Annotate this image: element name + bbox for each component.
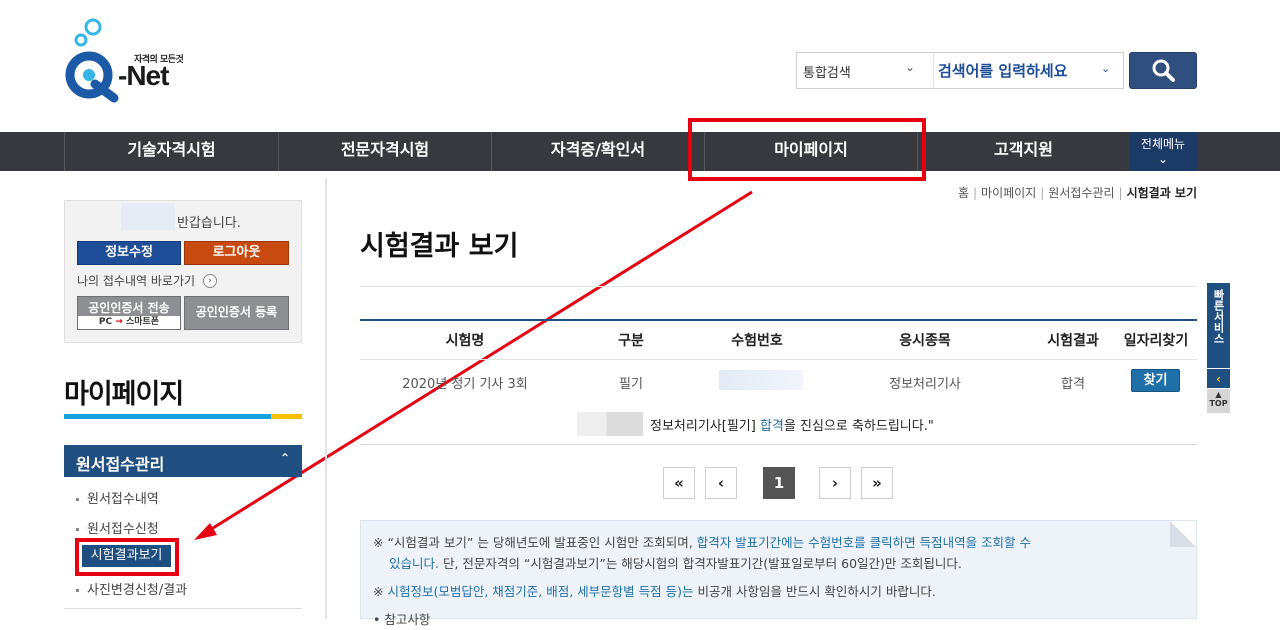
notice-text: ※ [373, 584, 388, 599]
cert-send-sub: PC → 스마트폰 [78, 316, 180, 329]
page-fold-corner [1170, 521, 1196, 547]
chevron-up-icon: ⌃ [279, 451, 290, 465]
cert-send-label: 공인인증서 전송 [88, 301, 170, 315]
sidebar-title-bar [64, 414, 302, 419]
caret-up-icon: ▲ [1215, 390, 1222, 399]
sidebar-separator [64, 608, 302, 609]
table-header-divider [360, 359, 1197, 360]
table-cell-subject: 정보처리기사 [889, 377, 961, 392]
pagination-first-button[interactable]: « [663, 467, 695, 499]
sidebar-item-exam-result[interactable]: 시험결과보기 [82, 545, 171, 567]
top-label: TOP [1209, 399, 1228, 408]
table-header-exam: 시험명 [445, 333, 485, 349]
table-header-subject: 응시종목 [899, 333, 951, 349]
edit-info-button[interactable]: 정보수정 [77, 241, 181, 265]
breadcrumb-current: 시험결과 보기 [1126, 186, 1197, 200]
breadcrumb-application[interactable]: 원서접수관리 [1048, 186, 1114, 200]
sidebar-item-label: 원서접수신청 [87, 522, 159, 537]
user-name-redacted [577, 412, 643, 436]
notice-line-3: ※ 시험정보(모범답안, 채점기준, 배점, 세부문항별 득점 등)는 비공개 … [373, 581, 936, 602]
bullet-icon [76, 498, 79, 501]
notice-line-4: • 참고사항 [373, 612, 431, 627]
menu-head-label: 원서접수관리 [76, 455, 165, 474]
breadcrumb: 홈 | 마이페이지 | 원서접수관리 | 시험결과 보기 [957, 186, 1197, 200]
congrats-result: 합격 [759, 419, 784, 434]
sidebar-section-title: 마이페이지 [64, 379, 184, 410]
table-cell-exam: 2020년 정기 기사 3회 [402, 377, 528, 392]
sidebar-item-photo-change[interactable]: 사진변경신청/결과 [76, 579, 187, 598]
page-title: 시험결과 보기 [360, 231, 519, 262]
congrats-text: 을 진심으로 축하드립니다." [783, 419, 934, 434]
table-header-number: 수험번호 [731, 333, 783, 349]
table-cell-type: 필기 [619, 377, 643, 392]
find-job-button[interactable]: 찾기 [1131, 369, 1180, 392]
notice-text: 단, 전문자격의 “시험결과보기”는 해당시험의 합격자발표기간(발표일로부터 … [438, 556, 962, 571]
table-header-result: 시험결과 [1047, 333, 1099, 349]
pagination-prev-button[interactable]: ‹ [705, 467, 737, 499]
table-cell-number-redacted[interactable] [719, 370, 803, 390]
sidebar-item-label: 원서접수내역 [87, 492, 159, 507]
greeting-text: 반갑습니다. [177, 216, 241, 231]
sidebar-item-application-history[interactable]: 원서접수내역 [76, 488, 159, 507]
notice-line-1: ※ “시험결과 보기” 는 당해년도에 발표중인 시험만 조회되며, 합격자 발… [373, 532, 1031, 553]
chevron-left-icon[interactable]: ‹ [1207, 368, 1230, 388]
sidebar-item-label: 사진변경신청/결과 [87, 583, 188, 598]
bullet-icon [76, 589, 79, 592]
my-application-shortcut-link[interactable]: 나의 접수내역 바로가기 [77, 272, 195, 289]
pagination-page-1[interactable]: 1 [763, 467, 795, 499]
cert-send-to: 스마트폰 [125, 317, 160, 327]
cert-send-button[interactable]: 공인인증서 전송 PC → 스마트폰 [77, 296, 181, 330]
logout-button[interactable]: 로그아웃 [184, 241, 289, 265]
table-header-job: 일자리찾기 [1123, 333, 1189, 349]
pagination-next-button[interactable]: › [819, 467, 851, 499]
congrats-message: 정보처리기사[필기] 합격을 진심으로 축하드립니다." [650, 415, 934, 434]
chevron-right-circle-icon[interactable]: › [203, 274, 217, 288]
scroll-top-button[interactable]: ▲ TOP [1207, 389, 1230, 413]
table-top-border [360, 319, 1197, 321]
sidebar-item-apply[interactable]: 원서접수신청 [76, 518, 159, 537]
notice-text: ※ “시험결과 보기” 는 당해년도에 발표중인 시험만 조회되며, [373, 535, 697, 550]
cert-send-from: PC [98, 317, 113, 327]
arrow-right-icon: → [115, 317, 123, 327]
cert-register-button[interactable]: 공인인증서 등록 [184, 296, 289, 330]
table-header-type: 구분 [618, 333, 644, 349]
table-cell-result: 합격 [1061, 377, 1085, 392]
notice-line-2: 있습니다. 단, 전문자격의 “시험결과보기”는 해당시험의 합격자발표기간(발… [389, 553, 962, 574]
menu-head-application[interactable]: 원서접수관리 ⌃ [64, 445, 302, 477]
table-bottom-border [360, 444, 1197, 445]
notice-box: ※ “시험결과 보기” 는 당해년도에 발표중인 시험만 조회되며, 합격자 발… [360, 520, 1197, 627]
title-divider [360, 286, 1197, 287]
sidebar-divider [325, 178, 327, 619]
notice-highlight: 있습니다. [389, 556, 439, 571]
breadcrumb-mypage[interactable]: 마이페이지 [981, 186, 1036, 200]
pagination-last-button[interactable]: » [861, 467, 893, 499]
bullet-icon [76, 528, 79, 531]
notice-highlight: 시험정보(모범답안, 채점기준, 배점, 세부문항별 득점 등)는 [387, 584, 694, 599]
breadcrumb-home[interactable]: 홈 [958, 186, 969, 200]
user-name-redacted [121, 203, 175, 230]
notice-highlight: 합격자 발표기간에는 수험번호를 클릭하면 득점내역을 조회할 수 [696, 535, 1032, 550]
quick-service-label: 빠른서비스 [1212, 289, 1225, 344]
congrats-subject: 정보처리기사[필기] [650, 419, 756, 434]
notice-text: 비공개 사항임을 반드시 확인하시기 바랍니다. [693, 584, 936, 599]
